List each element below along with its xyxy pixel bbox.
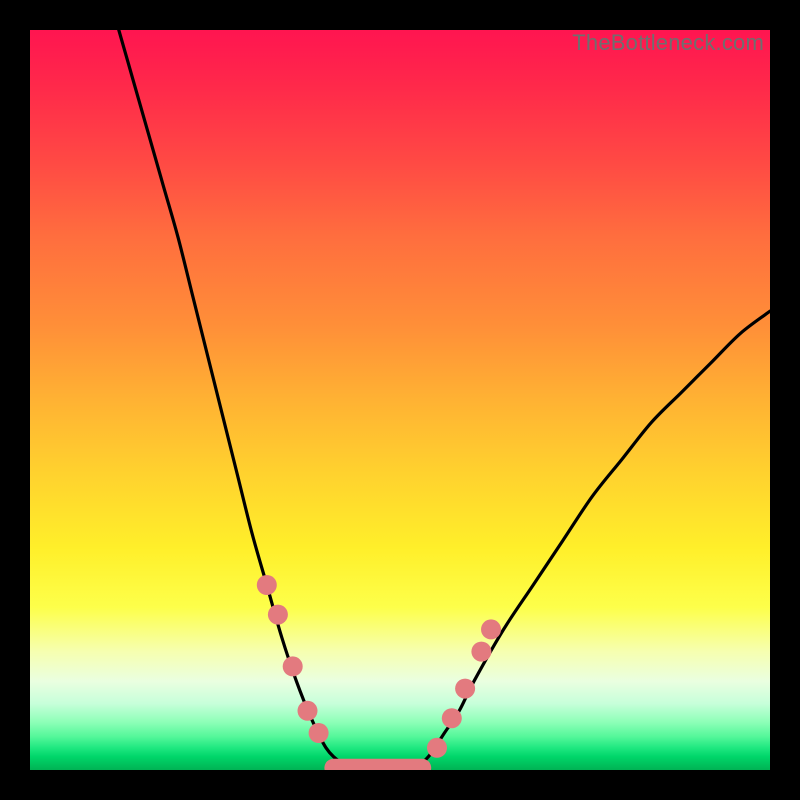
- plot-area: TheBottleneck.com: [30, 30, 770, 770]
- gradient-background: [30, 30, 770, 770]
- watermark-text: TheBottleneck.com: [572, 30, 764, 56]
- outer-frame: TheBottleneck.com: [0, 0, 800, 800]
